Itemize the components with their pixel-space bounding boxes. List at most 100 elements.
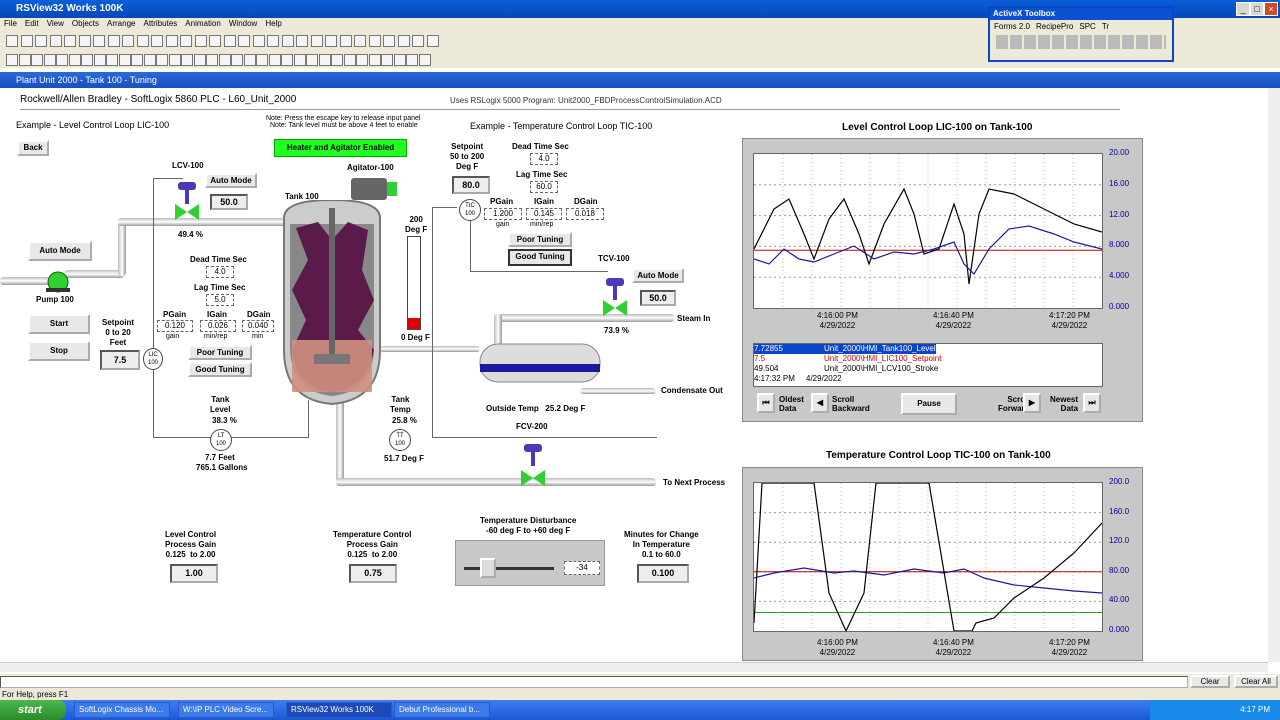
drawing-tool-button[interactable] [243, 54, 256, 66]
drawing-tool-button[interactable] [93, 54, 106, 66]
toolbar-button[interactable] [180, 35, 192, 47]
temp-igain-input[interactable]: 0.145 [526, 208, 562, 220]
drawing-tool-button[interactable] [43, 54, 56, 66]
disturbance-slider-track[interactable] [464, 567, 554, 570]
level-pgain-input[interactable]: 0.120 [157, 320, 193, 332]
pause-button[interactable]: Pause [901, 393, 957, 415]
start-button[interactable]: start [0, 700, 66, 720]
drawing-tool-button[interactable] [306, 54, 318, 66]
menu-window[interactable]: Window [225, 18, 261, 30]
drawing-tool-button[interactable] [31, 54, 43, 66]
level-igain-input[interactable]: 0.026 [200, 320, 236, 332]
trend2-plot[interactable] [753, 482, 1103, 633]
clear-all-button[interactable]: Clear All [1234, 675, 1278, 688]
level-good-tuning-button[interactable]: Good Tuning [188, 362, 252, 377]
toolbar-button[interactable] [368, 35, 381, 47]
close-button[interactable]: × [1264, 2, 1278, 16]
toolbar-button[interactable] [252, 35, 265, 47]
drawing-tool-button[interactable] [6, 54, 18, 66]
toolbar-button[interactable] [194, 35, 207, 47]
drawing-tool-button[interactable] [181, 54, 193, 66]
drawing-tool-button[interactable] [231, 54, 243, 66]
menu-file[interactable]: File [0, 18, 21, 30]
toolbar-button[interactable] [107, 35, 120, 47]
toolbar-button[interactable] [78, 35, 91, 47]
fcv-valve-icon[interactable] [518, 442, 548, 488]
temp-good-tuning-button[interactable]: Good Tuning [508, 249, 572, 266]
lic-100-controller[interactable]: LIC 100 [143, 348, 163, 370]
menu-arrange[interactable]: Arrange [103, 18, 139, 30]
disturbance-slider-thumb[interactable] [480, 558, 497, 578]
toolbar-button[interactable] [93, 35, 105, 47]
drawing-tool-button[interactable] [118, 54, 131, 66]
temp-pgain-input[interactable]: 1.200 [484, 208, 522, 220]
trend1-plot[interactable] [753, 153, 1103, 309]
menu-help[interactable]: Help [261, 18, 285, 30]
toolbar-button[interactable] [281, 35, 294, 47]
toolbar-button[interactable] [339, 35, 352, 47]
toolbar-button[interactable] [35, 35, 47, 47]
toolbar-button[interactable] [296, 35, 308, 47]
tcv-valve-icon[interactable] [600, 276, 630, 322]
maximize-button[interactable]: □ [1250, 2, 1264, 16]
toolbar-button[interactable] [354, 35, 366, 47]
drawing-tool-button[interactable] [256, 54, 268, 66]
tab-forms[interactable]: Forms 2.0 [994, 22, 1030, 31]
menu-edit[interactable]: Edit [21, 18, 43, 30]
toolbar-button[interactable] [151, 35, 163, 47]
toolbar-button[interactable] [238, 35, 250, 47]
tcv-auto-mode-button[interactable]: Auto Mode [632, 268, 684, 283]
toolbar-button[interactable] [6, 35, 18, 47]
toolbar-button[interactable] [426, 35, 439, 47]
drawing-tool-button[interactable] [68, 54, 81, 66]
drawing-tool-button[interactable] [281, 54, 293, 66]
drawing-tool-button[interactable] [56, 54, 68, 66]
tab-recipepro[interactable]: RecipePro [1036, 22, 1073, 31]
horizontal-scrollbar[interactable] [0, 662, 1268, 672]
lcv-output[interactable]: 50.0 [210, 194, 248, 210]
drawing-tool-button[interactable] [368, 54, 381, 66]
drawing-tool-button[interactable] [18, 54, 31, 66]
tab-tr[interactable]: Tr [1102, 22, 1109, 31]
drawing-tool-button[interactable] [418, 54, 431, 66]
disturbance-value[interactable]: -34 [564, 561, 600, 575]
pump-icon[interactable] [46, 270, 72, 294]
menu-animation[interactable]: Animation [181, 18, 225, 30]
temp-poor-tuning-button[interactable]: Poor Tuning [508, 232, 572, 247]
activex-tools[interactable] [996, 35, 1166, 49]
drawing-tool-button[interactable] [143, 54, 156, 66]
temp-dgain-input[interactable]: 0.018 [566, 208, 604, 220]
drawing-tool-button[interactable] [156, 54, 168, 66]
start-button[interactable]: Start [28, 314, 90, 334]
drawing-tool-button[interactable] [206, 54, 218, 66]
toolbar-button[interactable] [64, 35, 76, 47]
temp-lag-time-input[interactable]: 60.0 [530, 181, 558, 193]
toolbar-button[interactable] [325, 35, 337, 47]
level-gain-input[interactable]: 1.00 [170, 564, 218, 583]
task-softlogix[interactable]: SoftLogix Chassis Mo... [74, 702, 170, 718]
drawing-tool-button[interactable] [293, 54, 306, 66]
toolbar-button[interactable] [136, 35, 149, 47]
drawing-tool-button[interactable] [381, 54, 393, 66]
back-button[interactable]: Back [17, 140, 49, 156]
task-rsview[interactable]: RSView32 Works 100K [286, 702, 392, 718]
toolbar-button[interactable] [209, 35, 221, 47]
lcv-valve-icon[interactable] [172, 180, 202, 226]
drawing-tool-button[interactable] [318, 54, 331, 66]
menu-objects[interactable]: Objects [68, 18, 103, 30]
toolbar-button[interactable] [165, 35, 178, 47]
lt-100-transmitter[interactable]: LT 100 [210, 429, 232, 451]
minutes-input[interactable]: 0.100 [637, 564, 689, 583]
toolbar-button[interactable] [223, 35, 236, 47]
level-setpoint-input[interactable]: 7.5 [100, 350, 140, 370]
drawing-tool-button[interactable] [131, 54, 143, 66]
drawing-tool-button[interactable] [268, 54, 281, 66]
drawing-tool-button[interactable] [193, 54, 206, 66]
toolbar-button[interactable] [310, 35, 323, 47]
newest-data-button[interactable]: ⏭ [1083, 393, 1101, 413]
toolbar-button[interactable] [412, 35, 424, 47]
drawing-tool-button[interactable] [393, 54, 406, 66]
oldest-data-button[interactable]: ⏮ [757, 393, 775, 413]
toolbar-button[interactable] [122, 35, 134, 47]
menu-view[interactable]: View [43, 18, 68, 30]
